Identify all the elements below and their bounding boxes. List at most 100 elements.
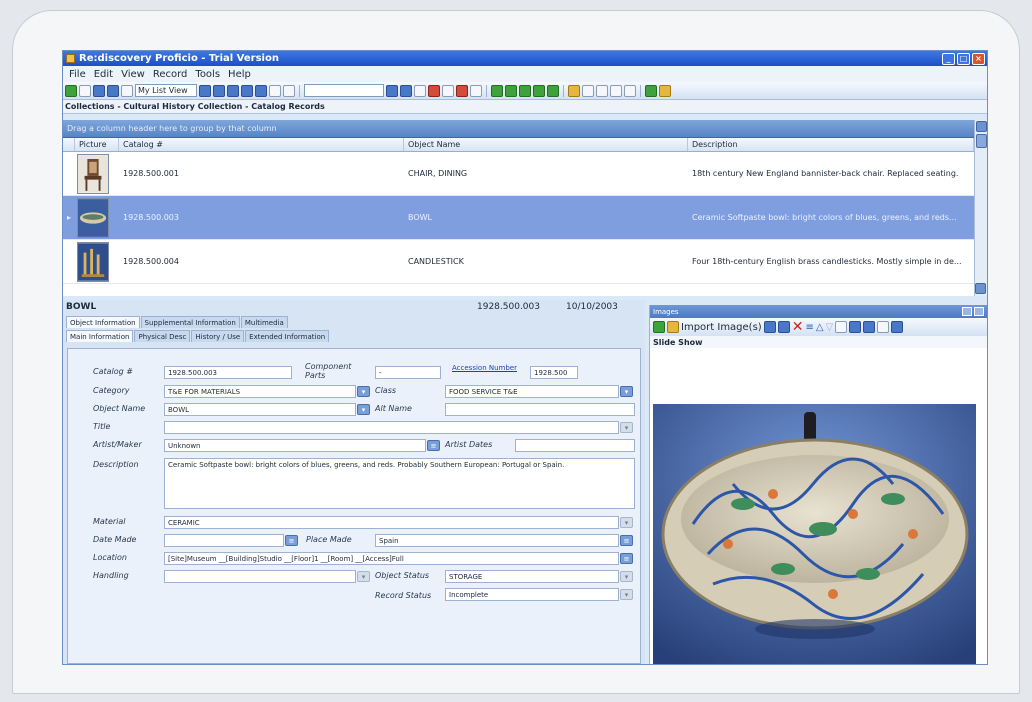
tab-main-information[interactable]: Main Information bbox=[66, 330, 134, 342]
table-row[interactable]: 1928.500.001 CHAIR, DINING 18th century … bbox=[63, 152, 987, 196]
refresh-icon[interactable] bbox=[533, 84, 545, 97]
tab-history-use[interactable]: History / Use bbox=[191, 330, 245, 342]
place-made-lookup-icon[interactable]: ≡ bbox=[620, 535, 633, 546]
delete-icon[interactable] bbox=[456, 84, 468, 97]
people-icon[interactable] bbox=[645, 84, 657, 97]
scroll-down-icon[interactable] bbox=[975, 283, 986, 294]
row-selector[interactable] bbox=[63, 240, 75, 283]
catalog-field[interactable]: 1928.500.003 bbox=[164, 366, 292, 379]
record-status-dropdown-icon[interactable]: ▾ bbox=[620, 589, 633, 600]
import-images-button[interactable]: Import Image(s) bbox=[681, 322, 762, 333]
menu-edit[interactable]: Edit bbox=[90, 69, 117, 80]
close-button[interactable]: × bbox=[972, 52, 985, 65]
pin-icon[interactable] bbox=[962, 307, 972, 316]
category-dropdown-icon[interactable]: ▾ bbox=[357, 386, 370, 397]
import-image-icon[interactable] bbox=[667, 321, 679, 333]
first-record-icon[interactable] bbox=[213, 84, 225, 97]
menu-record[interactable]: Record bbox=[149, 69, 192, 80]
find-icon[interactable] bbox=[269, 84, 281, 97]
tab-physical-desc[interactable]: Physical Desc bbox=[134, 330, 191, 342]
quick-search-input[interactable] bbox=[304, 84, 384, 97]
binoculars-icon[interactable] bbox=[414, 84, 426, 97]
go-icon[interactable] bbox=[400, 84, 412, 97]
tab-multimedia[interactable]: Multimedia bbox=[240, 316, 288, 328]
handling-field[interactable] bbox=[164, 570, 356, 583]
report-icon[interactable] bbox=[596, 84, 608, 97]
undo-icon[interactable] bbox=[442, 84, 454, 97]
view-select[interactable]: My List View bbox=[135, 84, 197, 97]
alt-name-field[interactable] bbox=[445, 403, 635, 416]
date-made-field[interactable] bbox=[164, 534, 284, 547]
move-bottom-icon[interactable] bbox=[835, 321, 848, 333]
location-field[interactable]: [Site]Museum __[Building]Studio __[Floor… bbox=[164, 552, 619, 565]
title-expand-icon[interactable]: ▾ bbox=[620, 422, 633, 433]
export-icon[interactable] bbox=[624, 84, 636, 97]
image-properties-icon[interactable] bbox=[777, 321, 790, 333]
column-picture[interactable]: Picture bbox=[75, 138, 119, 151]
class-dropdown-icon[interactable]: ▾ bbox=[620, 386, 633, 397]
object-name-field[interactable]: BOWL bbox=[164, 403, 356, 416]
image-view-icon[interactable] bbox=[653, 321, 665, 333]
delete-image-icon[interactable]: ✕ bbox=[792, 319, 804, 335]
category-field[interactable]: T&E FOR MATERIALS bbox=[164, 385, 356, 398]
scroll-thumb[interactable] bbox=[975, 134, 987, 148]
record-status-field[interactable]: Incomplete bbox=[445, 588, 619, 601]
place-made-field[interactable]: Spain bbox=[375, 534, 619, 547]
row-selector[interactable] bbox=[63, 152, 75, 195]
list-icon[interactable] bbox=[107, 84, 119, 97]
table-row[interactable]: 1928.500.004 CANDLESTICK Four 18th-centu… bbox=[63, 240, 987, 284]
panel-close-icon[interactable] bbox=[974, 307, 984, 316]
description-field[interactable]: Ceramic Softpaste bowl: bright colors of… bbox=[164, 458, 635, 509]
menu-tools[interactable]: Tools bbox=[191, 69, 224, 80]
first-image-icon[interactable] bbox=[849, 321, 862, 333]
tab-supplemental-information[interactable]: Supplemental Information bbox=[140, 316, 240, 328]
object-name-dropdown-icon[interactable]: ▾ bbox=[357, 404, 370, 415]
view-dropdown-icon[interactable] bbox=[199, 84, 211, 97]
title-field[interactable] bbox=[164, 421, 619, 434]
row-selector-current[interactable]: ▸ bbox=[63, 196, 75, 239]
menu-view[interactable]: View bbox=[117, 69, 149, 80]
move-down-icon[interactable]: ▽ bbox=[826, 322, 834, 333]
search-dropdown-icon[interactable] bbox=[386, 84, 398, 97]
object-status-field[interactable]: STORAGE bbox=[445, 570, 619, 583]
next-image-icon[interactable] bbox=[863, 321, 876, 333]
component-parts-field[interactable]: - bbox=[375, 366, 441, 379]
menu-help[interactable]: Help bbox=[224, 69, 255, 80]
column-catalog[interactable]: Catalog # bbox=[119, 138, 404, 151]
menu-file[interactable]: File bbox=[65, 69, 90, 80]
next-record-icon[interactable] bbox=[241, 84, 253, 97]
folder-icon[interactable] bbox=[568, 84, 580, 97]
date-made-lookup-icon[interactable]: ≡ bbox=[285, 535, 298, 546]
save-icon[interactable] bbox=[93, 84, 105, 97]
thumbnails-icon[interactable] bbox=[763, 321, 776, 333]
document-icon[interactable] bbox=[582, 84, 594, 97]
grid-scrollbar[interactable] bbox=[974, 120, 987, 296]
move-up-icon[interactable]: △ bbox=[816, 322, 824, 333]
new-record-icon[interactable] bbox=[491, 84, 503, 97]
class-field[interactable]: FOOD SERVICE T&E bbox=[445, 385, 619, 398]
tips-icon[interactable] bbox=[659, 84, 671, 97]
tab-object-information[interactable]: Object Information bbox=[66, 316, 140, 328]
back-icon[interactable] bbox=[65, 84, 77, 97]
table-row-selected[interactable]: ▸ 1928.500.003 BOWL Ceramic Softpaste bo… bbox=[63, 196, 987, 240]
tab-extended-information[interactable]: Extended Information bbox=[245, 330, 330, 342]
redo-icon[interactable] bbox=[470, 84, 482, 97]
maximize-button[interactable]: □ bbox=[957, 52, 970, 65]
prev-record-icon[interactable] bbox=[227, 84, 239, 97]
artist-lookup-icon[interactable]: ≡ bbox=[427, 440, 440, 451]
images-toolbar-dropdown-icon[interactable] bbox=[891, 321, 904, 333]
forward-icon[interactable] bbox=[79, 84, 91, 97]
chart-icon[interactable] bbox=[610, 84, 622, 97]
object-status-dropdown-icon[interactable]: ▾ bbox=[620, 571, 633, 582]
accession-number-link[interactable]: Accession Number bbox=[452, 364, 517, 372]
last-record-icon[interactable] bbox=[255, 84, 267, 97]
material-dropdown-icon[interactable]: ▾ bbox=[620, 517, 633, 528]
paste-record-icon[interactable] bbox=[519, 84, 531, 97]
group-by-bar[interactable]: Drag a column header here to group by th… bbox=[63, 120, 987, 138]
print-icon[interactable] bbox=[283, 84, 295, 97]
column-object-name[interactable]: Object Name bbox=[404, 138, 688, 151]
accession-number-field[interactable]: 1928.500 bbox=[530, 366, 578, 379]
help-query-icon[interactable] bbox=[428, 84, 440, 97]
move-top-icon[interactable]: ≡ bbox=[805, 322, 813, 333]
form-icon[interactable] bbox=[121, 84, 133, 97]
